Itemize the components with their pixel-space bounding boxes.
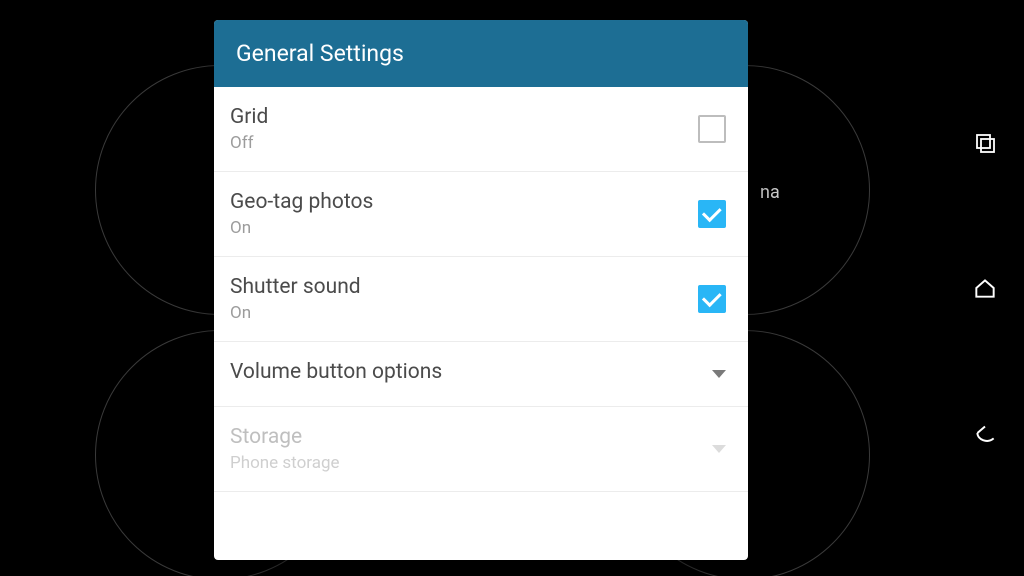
chevron-down-icon bbox=[712, 370, 726, 378]
setting-row-grid[interactable]: Grid Off bbox=[214, 87, 748, 172]
setting-sub: On bbox=[230, 218, 698, 238]
system-navbar bbox=[946, 0, 1024, 576]
checkbox-shutter[interactable] bbox=[698, 285, 726, 313]
back-icon bbox=[972, 420, 998, 446]
recents-button[interactable] bbox=[965, 123, 1005, 163]
setting-sub: On bbox=[230, 303, 698, 323]
setting-sub: Phone storage bbox=[230, 453, 712, 473]
checkbox-geotag[interactable] bbox=[698, 200, 726, 228]
checkbox-grid[interactable] bbox=[698, 115, 726, 143]
setting-sub: Off bbox=[230, 133, 698, 153]
general-settings-dialog: General Settings Grid Off Geo-tag photos… bbox=[214, 20, 748, 560]
dialog-body: Grid Off Geo-tag photos On Shutter sound… bbox=[214, 87, 748, 560]
camera-mode-label-partial: na bbox=[760, 182, 780, 203]
recents-icon bbox=[973, 131, 997, 155]
back-button[interactable] bbox=[965, 413, 1005, 453]
setting-title: Volume button options bbox=[230, 360, 712, 384]
home-icon bbox=[972, 275, 998, 301]
dialog-title: General Settings bbox=[214, 20, 748, 87]
setting-title: Storage bbox=[230, 425, 712, 449]
setting-row-geotag[interactable]: Geo-tag photos On bbox=[214, 172, 748, 257]
home-button[interactable] bbox=[965, 268, 1005, 308]
setting-title: Geo-tag photos bbox=[230, 190, 698, 214]
setting-row-shutter[interactable]: Shutter sound On bbox=[214, 257, 748, 342]
setting-title: Shutter sound bbox=[230, 275, 698, 299]
setting-row-storage[interactable]: Storage Phone storage bbox=[214, 407, 748, 492]
setting-row-volume-options[interactable]: Volume button options bbox=[214, 342, 748, 407]
chevron-down-icon bbox=[712, 445, 726, 453]
screen: na General Settings Grid Off Geo-tag pho… bbox=[0, 0, 1024, 576]
setting-title: Grid bbox=[230, 105, 698, 129]
